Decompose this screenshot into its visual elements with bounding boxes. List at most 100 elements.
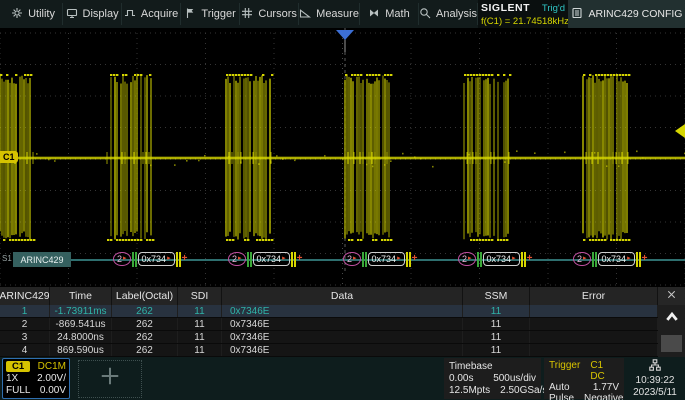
table-header-row: ARINC429TimeLabel(Octal)SDIDataSSMError [0, 287, 658, 305]
decode-data: 0x734▸ [483, 252, 520, 266]
decode-frame: 2▸0x734▸+ [573, 251, 647, 267]
channel-coupling: DC1M [38, 361, 66, 372]
list-icon [571, 7, 583, 22]
timebase-title: Timebase [449, 361, 493, 372]
analysis-icon [419, 7, 431, 22]
table-cell: 262 [112, 318, 178, 330]
clock-time: 10:39:22 [636, 375, 675, 386]
menu-item-utility[interactable]: Utility [4, 3, 63, 25]
decode-parity-mark: + [527, 254, 533, 264]
channel-bandwidth: FULL [6, 385, 30, 396]
gear-icon [11, 7, 23, 22]
arinc429-config-button[interactable]: ARINC429 CONFIG [568, 0, 685, 28]
bus-id-label: S1 [2, 254, 12, 263]
decode-ssm-mark [176, 252, 181, 267]
decode-sdi-mark [247, 252, 252, 267]
waveform-display [0, 28, 685, 287]
frequency-readout: f(C1) = 21.74518kHz [481, 16, 565, 27]
table-row[interactable]: 4869.590us262110x7346E11 [0, 344, 658, 357]
table-cell [530, 344, 658, 356]
waveform-plot-area[interactable]: C1 S1 ARINC429 2▸ 0x734▸ +2▸ 0x734▸ +2▸ 0x734… [0, 28, 685, 287]
decode-data: 0x734▸ [368, 252, 405, 266]
flag-icon [184, 7, 196, 22]
table-cell: 0x7346E [222, 344, 463, 356]
decode-data: 0x734▸ [138, 252, 175, 266]
display-icon [66, 7, 78, 22]
menu-item-trigger[interactable]: Trigger [181, 3, 240, 25]
decode-ssm-mark [406, 252, 411, 267]
table-cell: -869.541us [50, 318, 112, 330]
table-cell: 11 [178, 305, 222, 317]
table-scrollbar [658, 287, 685, 357]
scrollbar-thumb[interactable] [661, 335, 682, 352]
table-cell: 869.590us [50, 344, 112, 356]
table-row[interactable]: 2-869.541us262110x7346E11 [0, 318, 658, 331]
decode-ssm-mark [636, 252, 641, 267]
math-icon [368, 7, 380, 22]
cursors-icon [241, 7, 253, 22]
table-row[interactable]: 1-1.73911ms262110x7346E11 [0, 305, 658, 318]
sample-rate: 2.50GSa/s [500, 385, 547, 396]
config-button-label: ARINC429 CONFIG [589, 8, 683, 20]
table-cell: 3 [0, 331, 50, 343]
trigger-type: Pulse [549, 393, 574, 400]
decode-data: 0x734▸ [253, 252, 290, 266]
decode-parity-mark: + [412, 254, 418, 264]
trigger-title: Trigger [549, 360, 580, 382]
timebase-box[interactable]: Timebase 0.00s 500us/div 12.5Mpts 2.50GS… [444, 358, 541, 399]
acquire-icon [124, 7, 136, 22]
table-cell: 0x7346E [222, 318, 463, 330]
decode-list-table: ARINC429TimeLabel(Octal)SDIDataSSMError1… [0, 287, 685, 357]
menu-item-display[interactable]: Display [63, 3, 122, 25]
clock-date: 2023/5/11 [633, 387, 677, 398]
decode-frame: 2▸0x734▸+ [228, 251, 302, 267]
add-channel-button[interactable] [78, 360, 142, 398]
network-icon[interactable] [649, 359, 661, 374]
table-close-button[interactable] [658, 287, 685, 305]
table-cell: 11 [463, 318, 530, 330]
table-row[interactable]: 324.8000ns262110x7346E11 [0, 331, 658, 344]
table-cell: 1 [0, 305, 50, 317]
oscilloscope-screen: UtilityDisplayAcquireTriggerCursorsMeasu… [0, 0, 685, 400]
column-header: SSM [463, 287, 530, 305]
decode-frame: 2▸ 0x734▸ + [458, 251, 532, 267]
decode-bus-label[interactable]: ARINC429 [13, 252, 71, 267]
table-cell: 11 [178, 344, 222, 356]
scroll-up-button[interactable] [658, 305, 685, 333]
decode-frame: 2▸0x734▸+ [113, 251, 187, 267]
table-cell: 24.8000ns [50, 331, 112, 343]
table-cell [530, 318, 658, 330]
trigger-level-marker-icon[interactable] [675, 124, 685, 138]
menu-item-measure[interactable]: Measure [299, 3, 360, 25]
decode-parity-mark: + [182, 254, 188, 264]
menu-item-acquire[interactable]: Acquire [122, 3, 181, 25]
trigger-mode: Auto [549, 382, 570, 393]
table-cell: 2 [0, 318, 50, 330]
column-header: Time [50, 287, 112, 305]
table-cell: 11 [463, 331, 530, 343]
trigger-position-marker-icon[interactable] [336, 30, 354, 40]
decode-label: 2▸ [343, 252, 361, 266]
trigger-level: 1.77V [593, 382, 619, 393]
table-cell [530, 331, 658, 343]
table-cell: -1.73911ms [50, 305, 112, 317]
table-cell: 0x7346E [222, 305, 463, 317]
trigger-box[interactable]: Trigger C1 DC Auto 1.77V Pulse Negative [544, 358, 624, 399]
trigger-source: C1 DC [590, 360, 619, 382]
table-cell: 4 [0, 344, 50, 356]
menu-item-analysis[interactable]: Analysis [419, 3, 478, 25]
channel-offset-value: 0.00V [40, 385, 66, 396]
table-cell [530, 305, 658, 317]
decode-ssm-mark [291, 252, 296, 267]
table-cell: 0x7346E [222, 331, 463, 343]
menu-item-math[interactable]: Math [360, 3, 419, 25]
status-block: SIGLENT Trig'd f(C1) = 21.74518kHz [478, 0, 568, 28]
table-cell: 11 [178, 331, 222, 343]
channel-offset-marker[interactable]: C1 [0, 151, 18, 163]
decode-label: 2▸ [228, 252, 246, 266]
trigger-status-badge: Trig'd [542, 3, 565, 14]
decode-label: 2▸ [458, 252, 476, 266]
channel1-box[interactable]: C1 DC1M 1X 2.00V/ FULL 0.00V [2, 358, 70, 399]
table-cell: 11 [463, 344, 530, 356]
menu-item-cursors[interactable]: Cursors [240, 3, 299, 25]
